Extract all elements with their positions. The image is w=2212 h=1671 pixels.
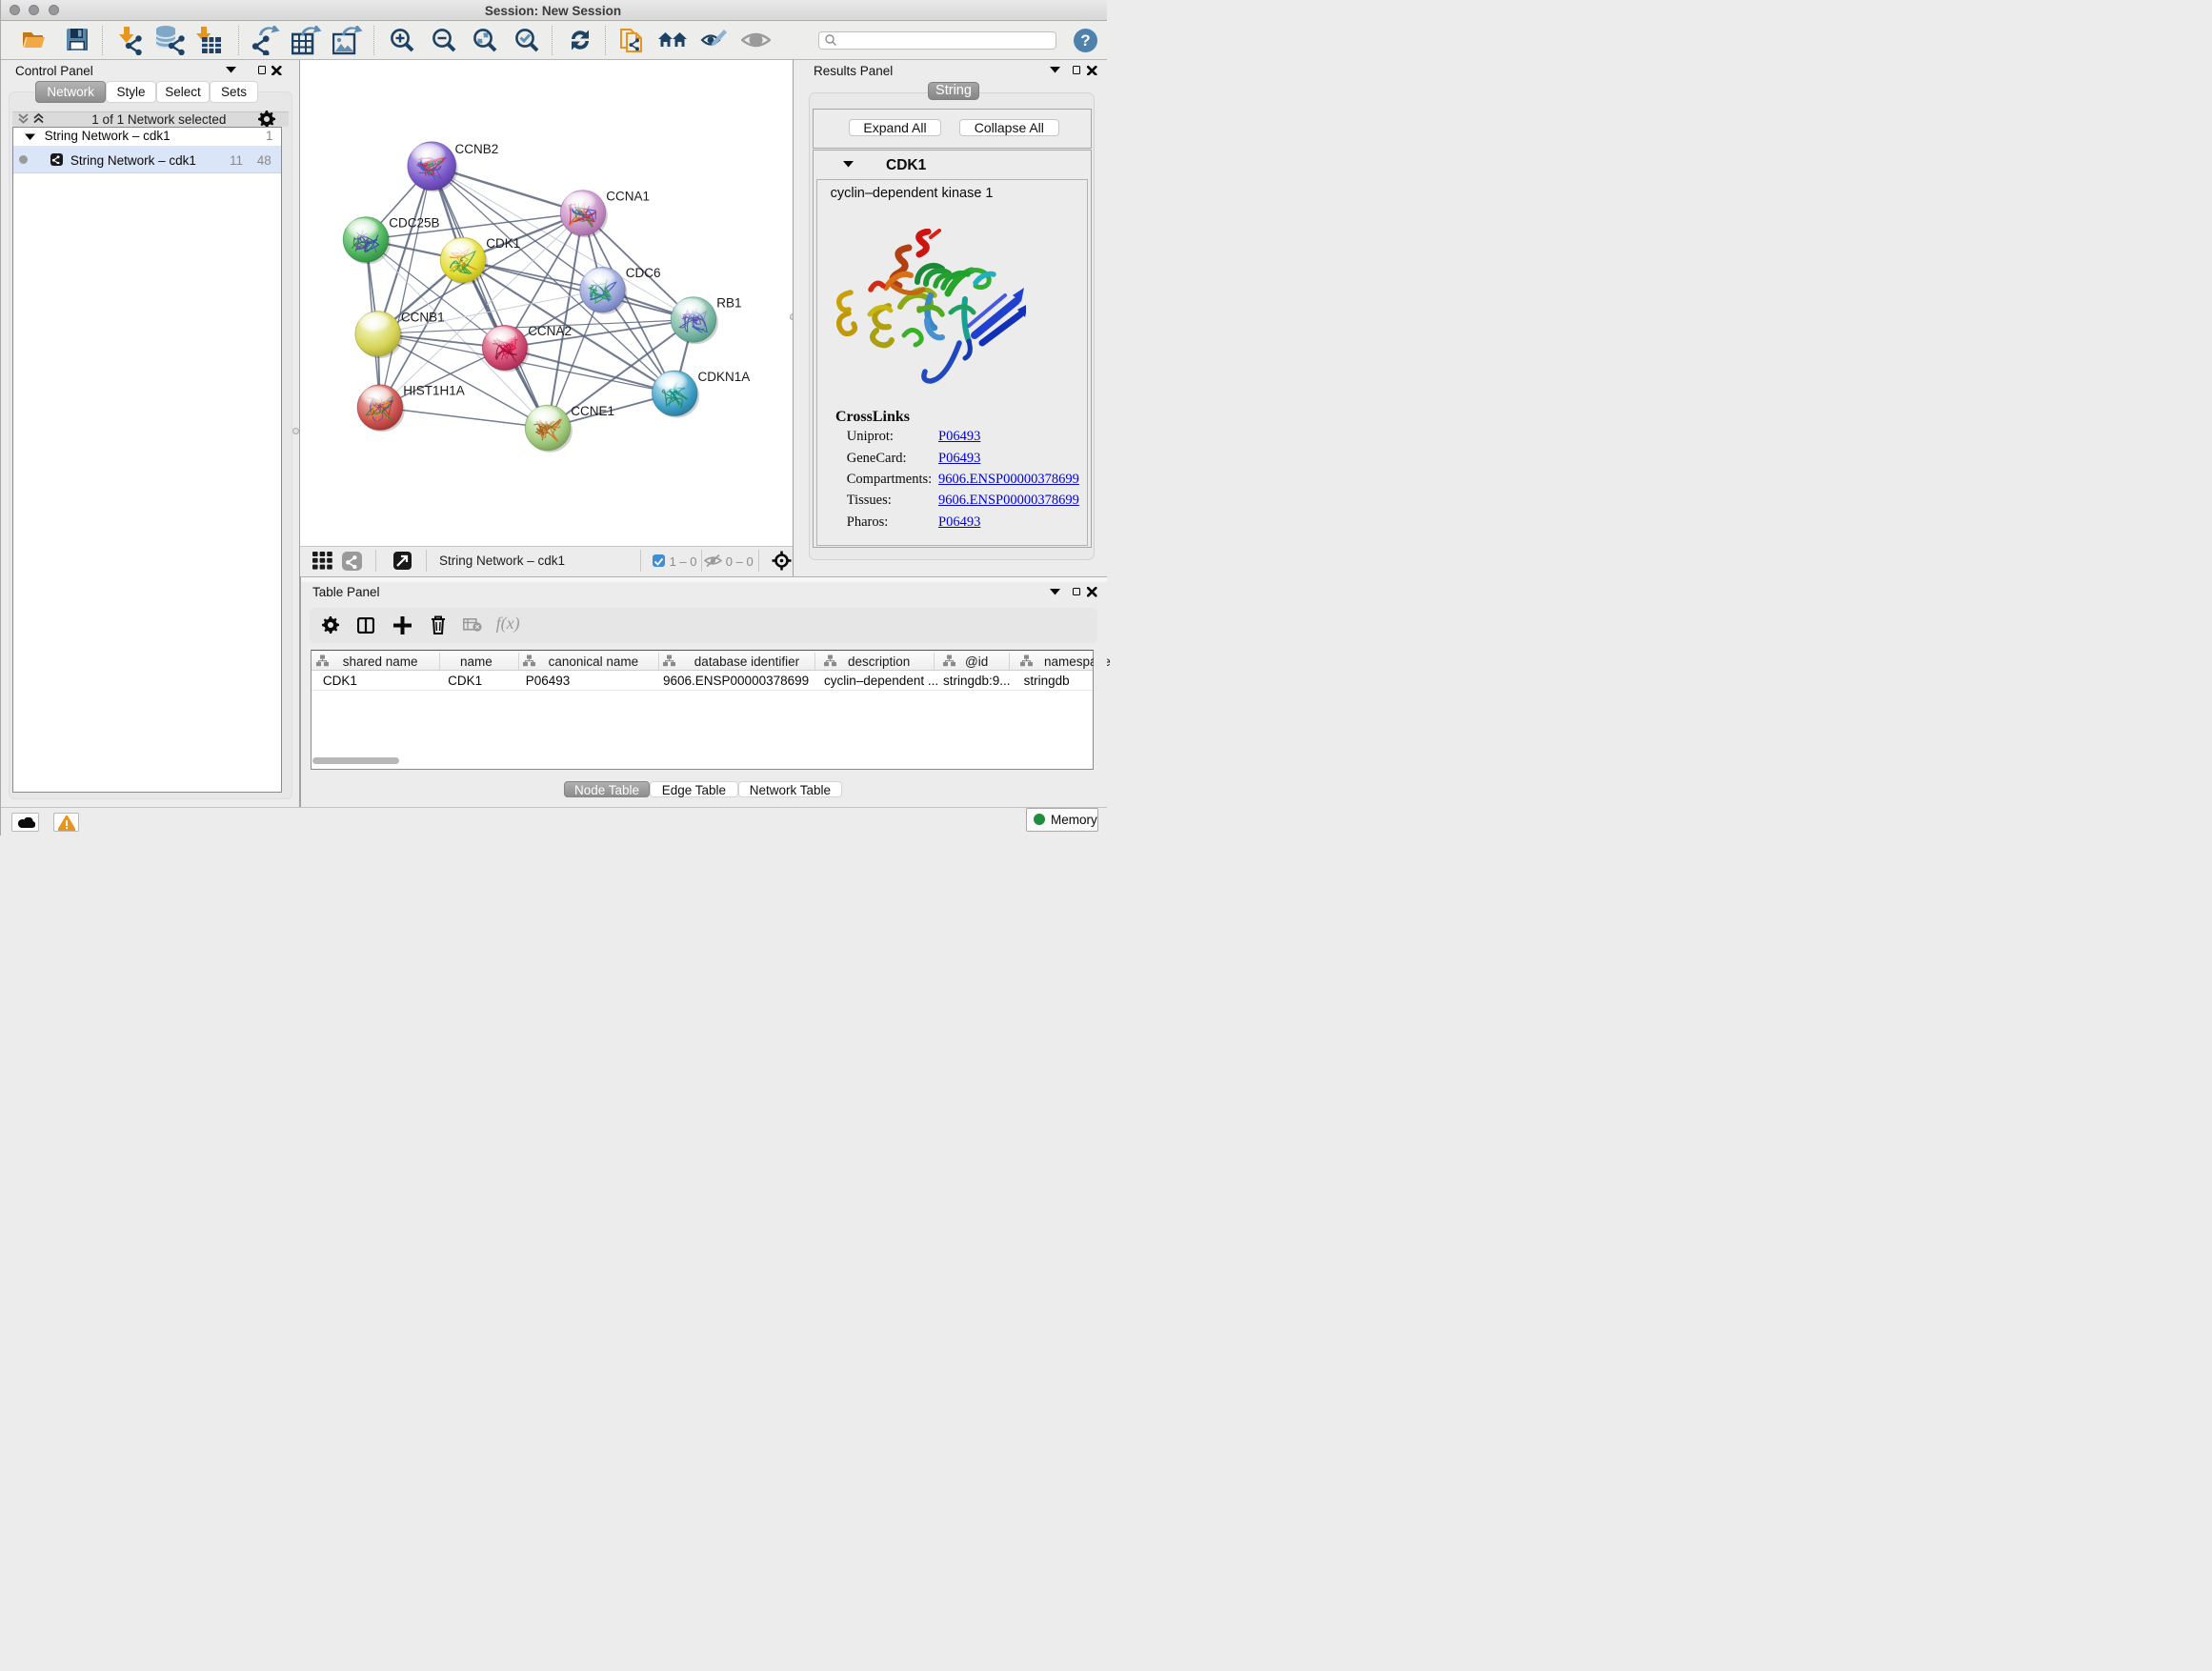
svg-text:CCNA2: CCNA2 <box>528 324 572 338</box>
svg-text:CCNB1: CCNB1 <box>401 310 445 324</box>
svg-text:CDC25B: CDC25B <box>389 216 439 231</box>
svg-text:CDK1: CDK1 <box>486 236 520 251</box>
svg-text:CDC6: CDC6 <box>626 266 661 280</box>
svg-text:CCNB2: CCNB2 <box>455 142 499 156</box>
svg-text:HIST1H1A: HIST1H1A <box>403 384 465 398</box>
svg-text:CCNA1: CCNA1 <box>606 190 650 204</box>
svg-text:RB1: RB1 <box>716 296 741 311</box>
svg-text:CDKN1A: CDKN1A <box>698 370 751 384</box>
svg-text:CCNE1: CCNE1 <box>571 404 614 418</box>
